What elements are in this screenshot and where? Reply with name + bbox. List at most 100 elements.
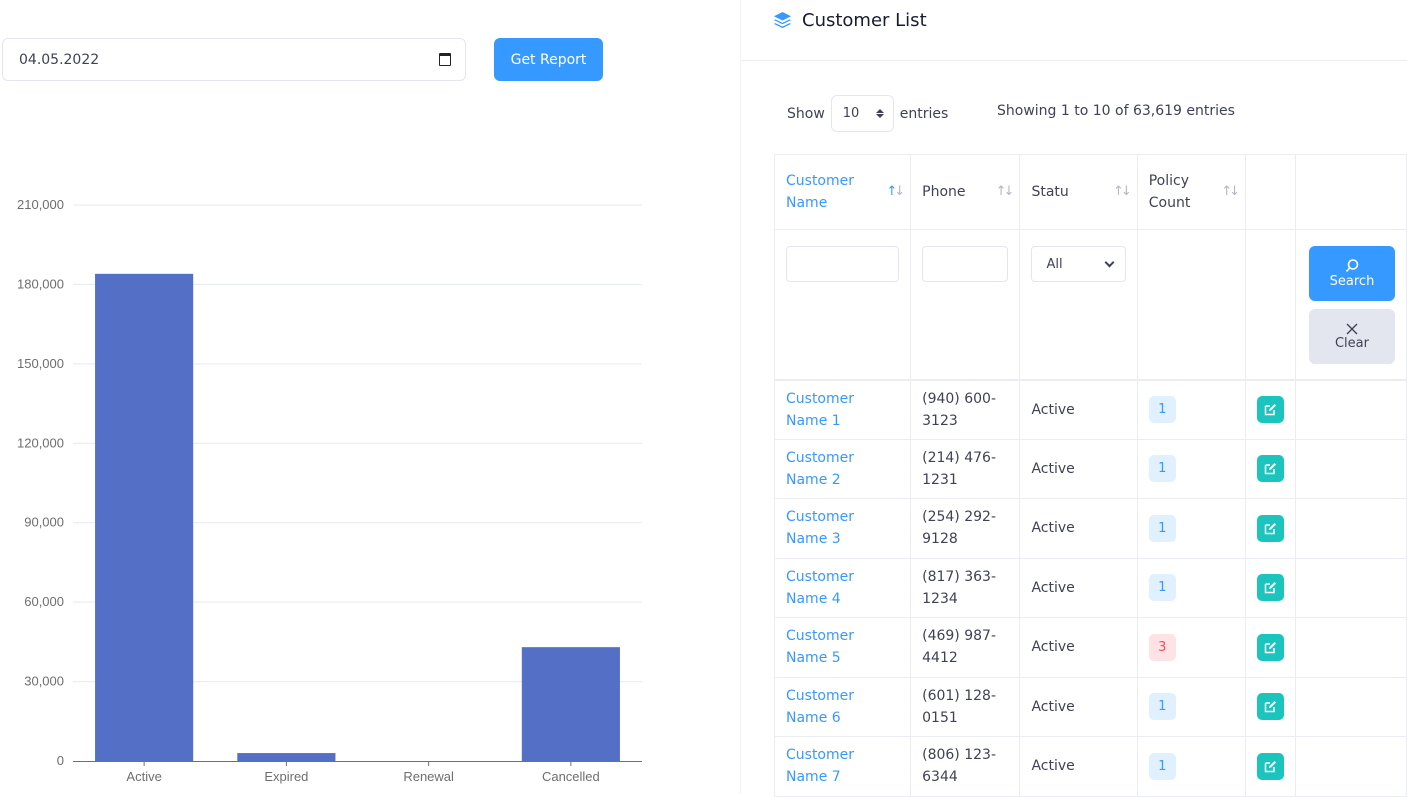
edit-button[interactable] (1256, 693, 1284, 721)
search-button[interactable]: Search (1308, 246, 1395, 301)
customer-name-cell: Customer Name 5 (773, 617, 912, 678)
policy-count-cell: 1 (1136, 438, 1246, 499)
chevron-down-icon (1104, 257, 1115, 267)
edit-icon (1264, 701, 1276, 713)
bar-active (95, 273, 194, 761)
y-tick-label: 210,000 (17, 197, 64, 212)
action-cell (1244, 617, 1296, 678)
close-icon (1346, 323, 1358, 335)
action-cell (1244, 498, 1296, 559)
customer-name-link[interactable]: Customer Name 3 (786, 509, 854, 547)
column-header-policy-count[interactable]: Policy Count ↑↓ (1136, 154, 1246, 230)
column-label: Customer Name (786, 173, 855, 211)
column-header-customer-name[interactable]: Customer Name ↑↓ (773, 154, 912, 230)
status-cell: Active (1019, 676, 1138, 737)
header-divider (741, 60, 1407, 61)
status-filter-value: All (1046, 256, 1063, 272)
customer-name-filter-input[interactable] (786, 246, 900, 282)
customer-name-cell: Customer Name 1 (773, 379, 912, 440)
card-title: Customer List (802, 10, 927, 31)
customer-name-cell: Customer Name 2 (773, 438, 912, 499)
x-tick-label: Cancelled (542, 769, 600, 784)
edit-button[interactable] (1256, 396, 1284, 423)
phone-cell: (817) 363-1234 (910, 557, 1021, 618)
phone-cell: (254) 292-9128 (910, 498, 1021, 559)
calendar-icon[interactable] (439, 53, 451, 66)
action-cell (1244, 557, 1296, 618)
policy-count-badge: 1 (1148, 693, 1176, 721)
customer-name-cell: Customer Name 6 (773, 676, 912, 737)
empty-cell (1294, 438, 1407, 499)
y-tick-label: 180,000 (17, 276, 64, 291)
show-label: Show (787, 105, 825, 122)
filter-cell: All (1019, 229, 1138, 381)
edit-icon (1264, 582, 1276, 594)
edit-button[interactable] (1256, 752, 1284, 780)
edit-icon (1264, 641, 1276, 653)
table-row: Customer Name 2 (214) 476-1231 Active 1 (773, 438, 1407, 499)
y-tick-label: 90,000 (24, 515, 64, 530)
table-row: Customer Name 4 (817) 363-1234 Active 1 (773, 557, 1407, 618)
filter-row: All Search Clear (773, 229, 1407, 381)
customer-name-link[interactable]: Customer Name 1 (786, 391, 854, 429)
clear-button[interactable]: Clear (1308, 309, 1395, 364)
table-header-row: Customer Name ↑↓ Phone ↑↓ Statu ↑↓ Polic… (773, 154, 1407, 230)
policy-count-cell: 1 (1136, 498, 1246, 559)
policy-count-badge: 1 (1148, 752, 1176, 780)
phone-cell: (469) 987-4412 (910, 617, 1021, 678)
column-label: Statu (1031, 184, 1069, 200)
bar-expired (237, 753, 336, 761)
x-tick-label: Expired (264, 769, 308, 784)
customer-list-card: Customer List Show 10 entries Showing 1 … (740, 0, 1407, 797)
status-cell: Active (1019, 498, 1138, 559)
clear-label: Clear (1334, 336, 1369, 351)
page-length-control: Show 10 entries (787, 95, 948, 132)
x-tick-label: Renewal (403, 769, 454, 784)
policy-count-badge: 3 (1148, 633, 1176, 661)
status-cell: Active (1019, 617, 1138, 678)
phone-cell: (940) 600-3123 (910, 379, 1021, 440)
phone-filter-input[interactable] (922, 246, 1009, 282)
customer-name-cell: Customer Name 3 (773, 498, 912, 559)
customer-name-link[interactable]: Customer Name 2 (786, 450, 854, 488)
table-row: Customer Name 3 (254) 292-9128 Active 1 (773, 498, 1407, 559)
filter-cell (1244, 229, 1296, 381)
customer-name-link[interactable]: Customer Name 5 (786, 628, 854, 666)
phone-cell: (601) 128-0151 (910, 676, 1021, 737)
edit-button[interactable] (1256, 574, 1284, 602)
edit-button[interactable] (1256, 633, 1284, 661)
customer-name-link[interactable]: Customer Name 7 (786, 747, 854, 785)
column-header-status[interactable]: Statu ↑↓ (1019, 154, 1138, 230)
edit-button[interactable] (1256, 455, 1284, 483)
empty-cell (1294, 498, 1407, 559)
column-header-phone[interactable]: Phone ↑↓ (910, 154, 1021, 230)
edit-button[interactable] (1256, 514, 1284, 542)
policy-count-cell: 1 (1136, 676, 1246, 737)
y-tick-label: 30,000 (24, 674, 64, 689)
page-length-select[interactable]: 10 (830, 95, 894, 132)
empty-cell (1294, 557, 1407, 618)
chart-x-axis: Active Expired Renewal Cancelled (73, 761, 642, 784)
get-report-button[interactable]: Get Report (494, 38, 603, 81)
customer-name-link[interactable]: Customer Name 4 (786, 569, 854, 607)
search-icon (1345, 259, 1359, 273)
edit-icon (1264, 404, 1276, 416)
y-tick-label: 150,000 (17, 356, 64, 371)
policy-count-badge: 1 (1148, 455, 1176, 483)
table-row: Customer Name 1 (940) 600-3123 Active 1 (773, 379, 1407, 440)
status-cell: Active (1019, 379, 1138, 440)
report-date-value: 04.05.2022 (19, 51, 100, 68)
status-cell: Active (1019, 736, 1138, 797)
empty-cell (1294, 736, 1407, 797)
status-filter-select[interactable]: All (1031, 246, 1126, 282)
table-info: Showing 1 to 10 of 63,619 entries (997, 103, 1235, 119)
policy-count-cell: 3 (1136, 617, 1246, 678)
status-cell: Active (1019, 557, 1138, 618)
customer-name-link[interactable]: Customer Name 6 (786, 688, 854, 726)
status-cell: Active (1019, 438, 1138, 499)
sort-icon: ↑↓ (1112, 184, 1132, 199)
sort-icon: ↑↓ (995, 184, 1015, 199)
policy-count-badge: 1 (1148, 514, 1176, 542)
phone-cell: (806) 123-6344 (910, 736, 1021, 797)
report-date-input[interactable]: 04.05.2022 (2, 38, 466, 81)
